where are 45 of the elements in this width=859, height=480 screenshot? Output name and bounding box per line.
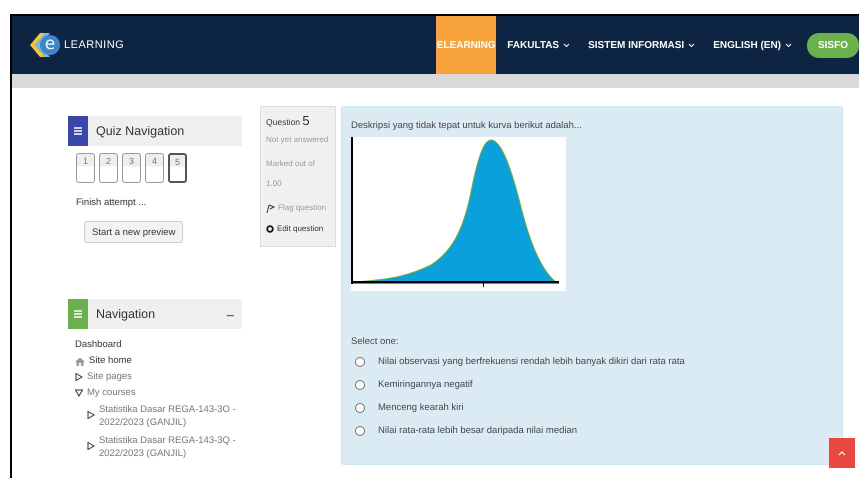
select-one-label: Select one: [351,336,400,347]
home-icon [75,357,85,366]
nav-link[interactable]: Site home [89,355,132,366]
triangle-right-icon[interactable] [75,373,83,381]
block-title: Navigation [96,307,156,321]
question-number-button[interactable]: 2 [99,153,118,183]
menu-item[interactable]: SISTEM INFORMASI [579,16,704,74]
nav-link[interactable]: My courses [87,387,136,398]
answer-option[interactable]: Nilai rata-rata lebih besar daripada nilai median [378,425,578,436]
chevron-up-icon [838,450,846,456]
radio-button[interactable] [355,356,365,366]
edit-question-link[interactable]: Edit question [277,224,324,233]
question-number-button[interactable]: 4 [145,153,164,183]
radio-button[interactable] [355,402,365,412]
menu-icon[interactable] [68,116,88,146]
radio-button[interactable] [355,426,365,436]
nav-link[interactable]: Dashboard [75,339,122,350]
logo-mark[interactable]: e [40,35,60,55]
question-text: Deskripsi yang tidak tepat untuk kurva berikut adalah... [351,120,583,131]
question-status: Not yet answered [266,134,330,146]
radio-button[interactable] [355,380,365,390]
question-number: 5 [302,113,310,128]
triangle-right-icon[interactable] [87,442,95,450]
question-label: Question [266,117,300,127]
finish-attempt-link[interactable]: Finish attempt ... [76,197,242,208]
question-number-button[interactable]: 5 [168,153,187,183]
menu-item[interactable]: ENGLISH (EN) [704,16,801,74]
question-number-button[interactable]: 1 [76,153,95,183]
flag-icon [266,204,275,212]
nav-link[interactable]: Statistika Dasar REGA-143-3O - 2022/2023 (GANJIL) [99,403,237,429]
collapse-button[interactable]: – [226,306,234,322]
marked-out-of-label: Marked out of [266,158,316,170]
answer-option[interactable]: Menceng kearah kiri [378,402,464,413]
triangle-right-icon[interactable] [87,411,95,419]
nav-link[interactable]: Site pages [87,371,132,382]
menu-item[interactable]: FAKULTAS [498,16,580,74]
question-mark: 1.00 [266,178,283,190]
logo-text[interactable]: LEARNING [64,39,124,51]
answer-option[interactable]: Kemiringannya negatif [378,379,473,390]
nav-link[interactable]: Statistika Dasar REGA-143-3Q - 2022/2023 (GANJIL) [99,434,237,460]
block-title: Quiz Navigation [96,124,186,138]
question-number-button[interactable]: 3 [122,153,141,183]
answer-option[interactable]: Nilai observasi yang berfrekuensi rendah lebih banyak dikiri dari rata rata [378,356,685,367]
new-preview-button[interactable]: Start a new preview [84,221,184,243]
triangle-down-icon[interactable] [75,389,83,397]
